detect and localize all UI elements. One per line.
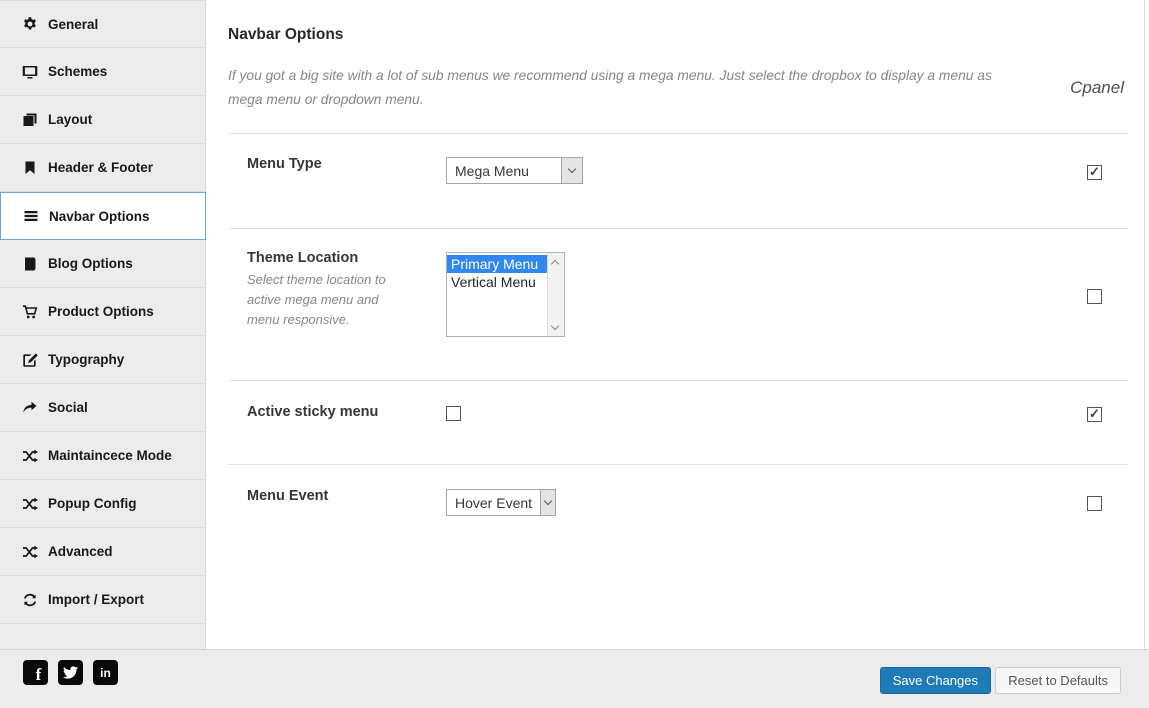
sidebar-item-product-options[interactable]: Product Options [0, 288, 205, 336]
sidebar-item-label: Blog Options [48, 256, 133, 271]
menu-type-select[interactable]: Mega Menu [446, 157, 583, 184]
sidebar-item-popup-config[interactable]: Popup Config [0, 480, 205, 528]
settings-sidebar: General Schemes Layout Header & Footer N… [0, 0, 206, 649]
active-sticky-menu-checkbox[interactable] [446, 406, 461, 421]
divider [228, 464, 1128, 465]
display-icon [22, 64, 38, 80]
twitter-icon[interactable] [58, 660, 83, 685]
sidebar-item-label: Product Options [48, 304, 154, 319]
shuffle-icon [22, 448, 38, 464]
scroll-up-icon[interactable] [550, 259, 560, 269]
cpanel-brand-label: Cpanel [1070, 78, 1124, 97]
gear-icon [22, 16, 38, 32]
sidebar-item-label: Import / Export [48, 592, 145, 607]
edit-icon [22, 352, 38, 368]
menu-type-label: Menu Type [247, 156, 322, 172]
shuffle-icon [22, 496, 38, 512]
sidebar-item-import-export[interactable]: Import / Export [0, 576, 205, 624]
sidebar-item-advanced[interactable]: Advanced [0, 528, 205, 576]
sidebar-item-label: Navbar Options [49, 208, 150, 224]
page-description: If you got a big site with a lot of sub … [228, 68, 992, 107]
theme-location-right-checkbox[interactable] [1087, 289, 1102, 304]
layers-icon [22, 112, 38, 128]
share-arrow-icon [22, 400, 38, 416]
divider [228, 228, 1128, 229]
facebook-icon[interactable]: f [23, 660, 48, 685]
sidebar-item-general[interactable]: General [0, 0, 205, 48]
bookmark-icon [22, 160, 38, 176]
sidebar-item-label: Advanced [48, 544, 113, 559]
chevron-down-icon [540, 490, 555, 515]
theme-location-label: Theme Location [247, 250, 359, 266]
footer-bar: f in Save Changes Reset to Defaults [0, 649, 1149, 708]
theme-location-description: Select theme location to active mega men… [247, 272, 386, 327]
sidebar-item-header-footer[interactable]: Header & Footer [0, 144, 205, 192]
menu-type-right-checkbox[interactable] [1087, 164, 1102, 180]
sidebar-item-label: Schemes [48, 64, 108, 79]
divider [228, 133, 1128, 134]
sidebar-item-social[interactable]: Social [0, 384, 205, 432]
sidebar-item-label: Typography [48, 352, 125, 367]
shuffle-icon [22, 544, 38, 560]
sidebar-item-label: Maintaincece Mode [48, 448, 172, 463]
reset-to-defaults-button[interactable]: Reset to Defaults [995, 667, 1121, 694]
page-title: Navbar Options [228, 26, 344, 43]
book-icon [22, 256, 38, 272]
linkedin-icon[interactable]: in [93, 660, 118, 685]
active-sticky-right-checkbox[interactable] [1087, 406, 1102, 422]
menu-event-select[interactable]: Hover Event [446, 489, 556, 516]
chevron-down-icon [561, 158, 582, 183]
sidebar-item-label: General [48, 16, 99, 32]
social-links: f in [23, 660, 118, 685]
sidebar-item-label: Layout [48, 112, 93, 127]
sync-icon [22, 592, 38, 608]
scroll-down-icon[interactable] [550, 321, 560, 331]
sidebar-item-schemes[interactable]: Schemes [0, 48, 205, 96]
sidebar-item-label: Popup Config [48, 496, 137, 511]
theme-location-listbox[interactable]: Primary Menu Vertical Menu [446, 252, 565, 337]
navbar-options-panel: Navbar Options If you got a big site wit… [206, 0, 1145, 649]
save-changes-button[interactable]: Save Changes [879, 667, 991, 694]
sidebar-item-layout[interactable]: Layout [0, 96, 205, 144]
menu-event-select-value: Hover Event [455, 494, 533, 511]
sidebar-item-blog-options[interactable]: Blog Options [0, 240, 205, 288]
active-sticky-menu-label: Active sticky menu [247, 404, 379, 420]
cart-icon [22, 304, 38, 320]
divider [228, 380, 1128, 381]
hamburger-menu-icon [23, 208, 39, 224]
sidebar-item-maintenance-mode[interactable]: Maintaincece Mode [0, 432, 205, 480]
listbox-option-vertical-menu[interactable]: Vertical Menu [447, 273, 547, 291]
menu-type-select-value: Mega Menu [455, 162, 529, 179]
listbox-options: Primary Menu Vertical Menu [447, 253, 547, 336]
sidebar-item-navbar-options[interactable]: Navbar Options [0, 192, 206, 240]
sidebar-item-label: Social [48, 400, 88, 415]
sidebar-item-label: Header & Footer [48, 160, 154, 175]
menu-event-right-checkbox[interactable] [1087, 496, 1102, 511]
listbox-option-primary-menu[interactable]: Primary Menu [447, 255, 547, 273]
sidebar-item-typography[interactable]: Typography [0, 336, 205, 384]
listbox-scrollbar[interactable] [547, 253, 564, 336]
menu-event-label: Menu Event [247, 488, 329, 504]
